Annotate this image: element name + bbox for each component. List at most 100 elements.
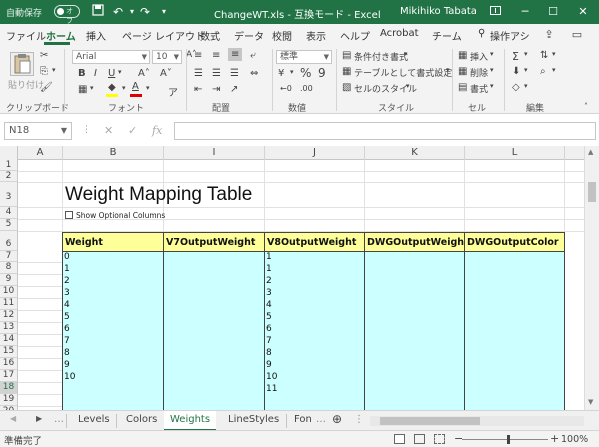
tab-data[interactable]: データ [234, 28, 264, 43]
column-header[interactable]: J [265, 146, 365, 160]
insert-dropdown-icon[interactable]: ▾ [490, 50, 494, 58]
insert-cells-button[interactable]: 挿入 [470, 50, 488, 63]
table-header-cell[interactable]: Weight [62, 232, 164, 252]
format-dropdown-icon[interactable]: ▾ [490, 82, 494, 90]
name-box[interactable]: N18 ▼ [4, 122, 72, 140]
borders-dropdown-icon[interactable]: ▾ [90, 84, 94, 92]
tell-me-box[interactable]: 操作アシ [490, 28, 530, 43]
row-header[interactable]: 10 [0, 286, 18, 298]
row-header[interactable]: 16 [0, 358, 18, 370]
comma-icon[interactable]: 9 [318, 66, 326, 80]
table-cell[interactable]: 3 [64, 288, 70, 298]
insert-function-icon[interactable]: fx [152, 124, 162, 137]
scroll-down-icon[interactable]: ▼ [588, 398, 593, 406]
table-cell[interactable]: 9 [266, 360, 272, 370]
conditional-formatting-button[interactable]: 条件付き書式 [354, 50, 408, 63]
font-color-dropdown-icon[interactable]: ▾ [146, 84, 150, 92]
row-header[interactable]: 17 [0, 370, 18, 382]
sheet-tab-weights[interactable]: Weights [170, 414, 210, 425]
minimize-icon[interactable]: ─ [516, 3, 534, 21]
italic-icon[interactable]: I [94, 68, 97, 79]
row-header[interactable]: 19 [0, 394, 18, 406]
row-header[interactable]: 14 [0, 334, 18, 346]
sort-filter-icon[interactable]: ⇅ [540, 50, 548, 61]
more-sheets-right-icon[interactable]: … [316, 414, 326, 425]
row-header[interactable]: 5 [0, 219, 18, 231]
show-optional-columns-checkbox[interactable]: Show Optional Columns [65, 211, 165, 220]
number-format-select[interactable]: 標準 ▼ [276, 50, 332, 64]
tab-help[interactable]: ヘルプ [340, 28, 370, 43]
row-header[interactable]: 11 [0, 298, 18, 310]
percent-icon[interactable]: % [300, 66, 311, 80]
autosum-icon[interactable]: Σ [512, 50, 519, 63]
table-cell[interactable]: 2 [64, 276, 70, 286]
orientation-icon[interactable]: ↗ [230, 84, 238, 95]
scrollbar-thumb[interactable] [588, 182, 596, 202]
tab-insert[interactable]: 挿入 [86, 28, 106, 43]
paste-icon[interactable] [10, 52, 34, 76]
tab-view[interactable]: 表示 [306, 28, 326, 43]
save-icon[interactable] [90, 4, 106, 20]
tab-home[interactable]: ホーム [46, 28, 76, 43]
row-header[interactable]: 6 [0, 231, 18, 251]
decrease-decimal-icon[interactable]: .00 [300, 84, 313, 93]
format-as-table-button[interactable]: テーブルとして書式設定 [354, 66, 452, 79]
delete-cells-button[interactable]: 削除 [470, 66, 488, 79]
row-header[interactable]: 2 [0, 171, 18, 182]
insert-cells-icon[interactable]: ▦ [458, 50, 467, 61]
copy-dropdown-icon[interactable]: ▾ [52, 66, 56, 74]
column-header[interactable]: B [63, 146, 164, 160]
delete-cells-icon[interactable]: ▦ [458, 66, 467, 77]
page-break-view-icon[interactable] [434, 434, 445, 444]
checkbox-box[interactable] [65, 211, 73, 219]
table-cell[interactable]: 10 [64, 372, 75, 382]
font-color-icon[interactable]: A [132, 81, 139, 92]
zoom-in-icon[interactable]: + [550, 432, 559, 445]
zoom-level[interactable]: 100% [561, 434, 588, 445]
ribbon-display-icon[interactable] [486, 3, 504, 21]
formula-input[interactable] [174, 122, 596, 140]
delete-dropdown-icon[interactable]: ▾ [490, 66, 494, 74]
column-header[interactable]: A [18, 146, 63, 160]
tab-acrobat[interactable]: Acrobat [380, 28, 419, 39]
column-header[interactable]: I [164, 146, 265, 160]
currency-dropdown-icon[interactable]: ▾ [290, 68, 294, 76]
merge-center-icon[interactable]: ⇔ [250, 68, 258, 79]
table-cell[interactable]: 1 [64, 264, 70, 274]
table-cell[interactable]: 10 [266, 372, 277, 382]
table-cell[interactable]: 4 [64, 300, 70, 310]
align-center-icon[interactable]: ☰ [212, 68, 221, 79]
table-cell[interactable]: 1 [266, 252, 272, 262]
align-bottom-icon[interactable]: ≡ [228, 48, 243, 61]
sheet-tab-levels[interactable]: Levels [78, 414, 110, 425]
table-header-cell[interactable]: V8OutputWeight [264, 232, 365, 252]
align-right-icon[interactable]: ☰ [230, 68, 239, 79]
fill-icon[interactable]: ⬇ [512, 66, 520, 77]
row-header-selected[interactable]: 18 [0, 382, 18, 394]
page-layout-view-icon[interactable] [414, 434, 425, 444]
confirm-entry-icon[interactable]: ✓ [128, 124, 137, 137]
tab-file[interactable]: ファイル [6, 28, 46, 43]
underline-dropdown-icon[interactable]: ▾ [118, 68, 122, 76]
table-dropdown-icon[interactable]: ▾ [446, 66, 450, 74]
zoom-slider-thumb[interactable] [507, 435, 510, 444]
font-name-select[interactable]: Arial ▼ [72, 50, 150, 64]
row-header[interactable]: 7 [0, 251, 18, 262]
row-header[interactable]: 3 [0, 182, 18, 207]
table-cell[interactable]: 7 [266, 336, 272, 346]
normal-view-icon[interactable] [394, 434, 405, 444]
horizontal-scrollbar[interactable] [370, 416, 584, 426]
table-header-cell[interactable]: DWGOutputColor [464, 232, 565, 252]
next-sheet-icon[interactable]: ▶ [36, 414, 42, 423]
format-cells-button[interactable]: 書式 [470, 82, 488, 95]
row-header[interactable]: 13 [0, 322, 18, 334]
search-icon[interactable]: ⚲ [478, 28, 485, 39]
paste-label[interactable]: 貼り付け [8, 78, 44, 91]
clear-icon[interactable]: ◇ [512, 82, 520, 93]
cell-styles-dropdown-icon[interactable]: ▾ [406, 82, 410, 90]
cut-icon[interactable]: ✂ [40, 50, 48, 61]
tab-formulas[interactable]: 数式 [200, 28, 220, 43]
table-cell[interactable]: 1 [266, 264, 272, 274]
sheet-tab-fonts[interactable]: Fon [294, 414, 312, 425]
autosave-toggle[interactable]: オフ [54, 5, 80, 25]
